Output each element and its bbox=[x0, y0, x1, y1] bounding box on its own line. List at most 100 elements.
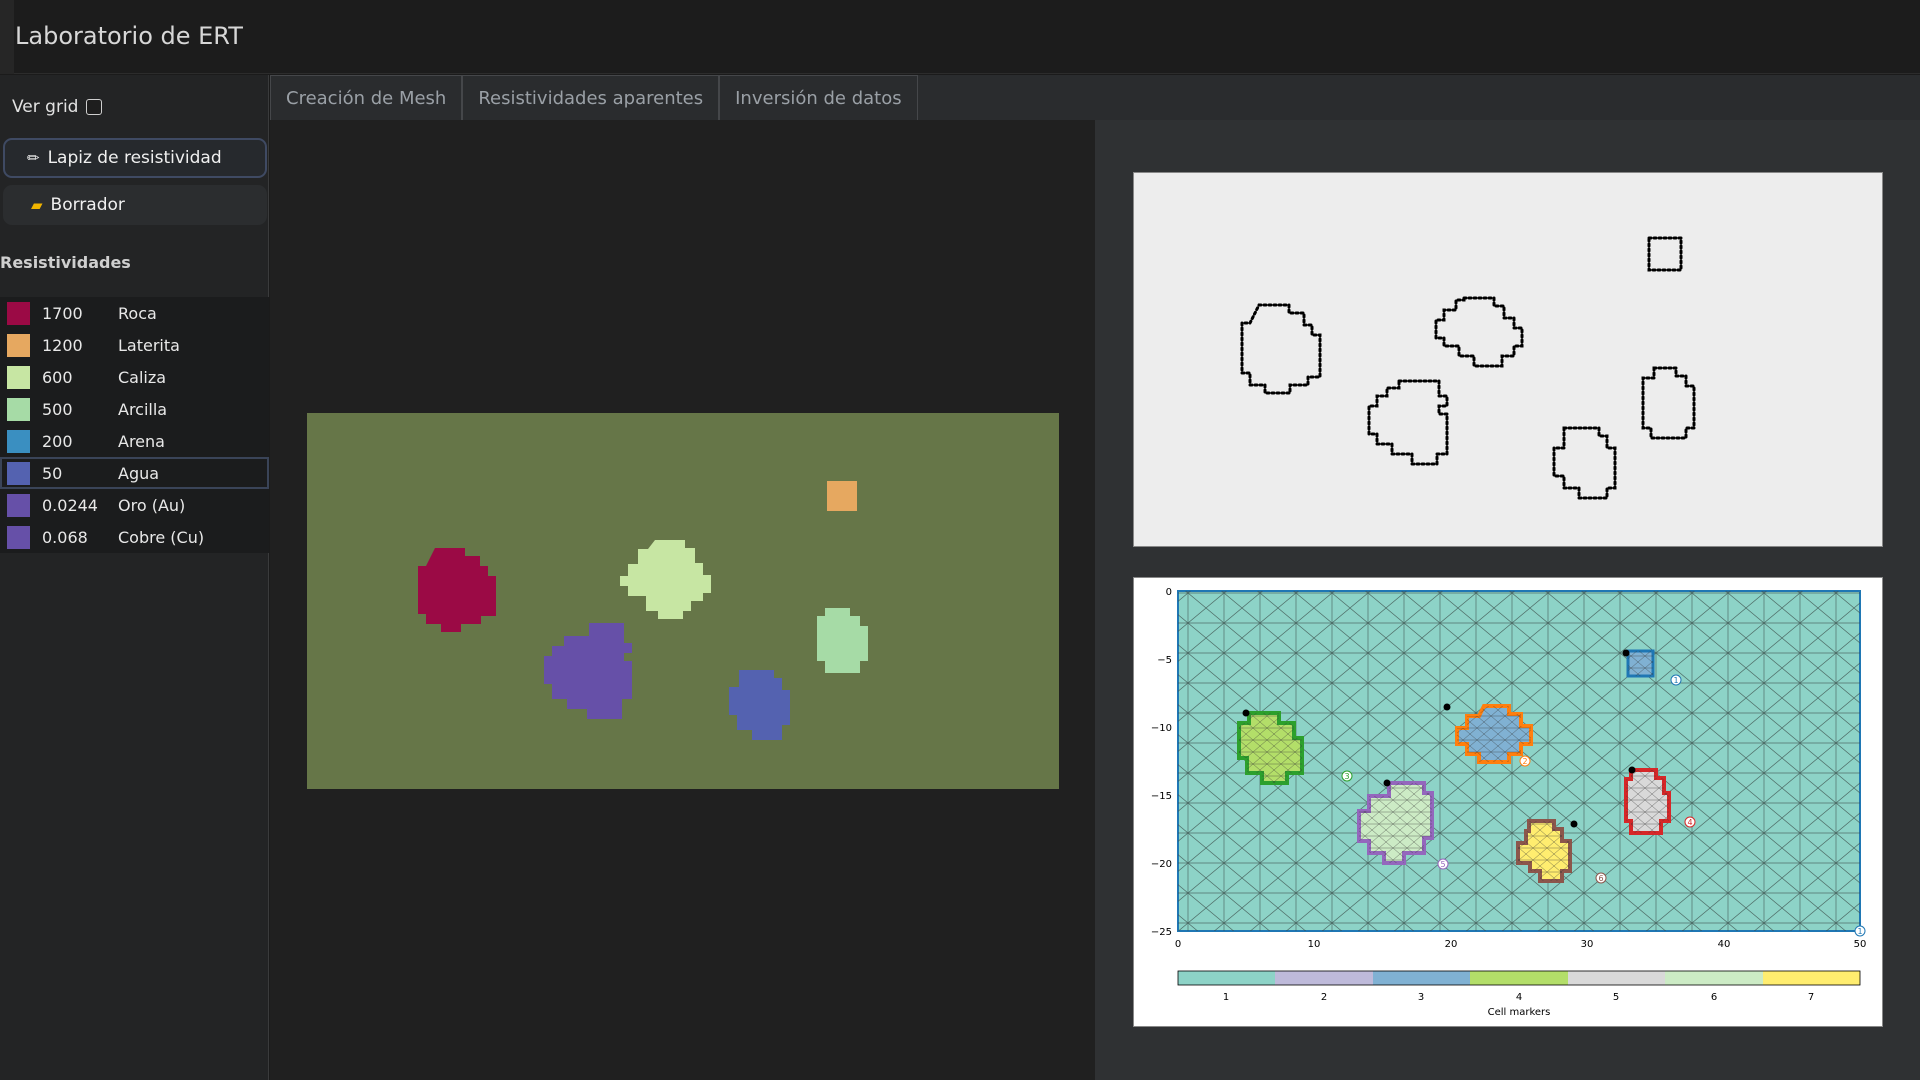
grid-toggle[interactable]: Ver grid bbox=[12, 97, 103, 117]
eraser-label: Borrador bbox=[50, 195, 125, 215]
svg-text:−25: −25 bbox=[1151, 927, 1172, 938]
resistivity-item[interactable]: 200 Arena bbox=[0, 425, 269, 457]
eraser-icon: ▰ bbox=[31, 196, 43, 214]
color-swatch bbox=[7, 333, 30, 357]
outline-shape-4 bbox=[1552, 426, 1617, 500]
y-axis: 0 −5 −10 −15 −20 −25 bbox=[1151, 587, 1172, 938]
svg-text:0: 0 bbox=[1166, 587, 1172, 598]
eraser-button[interactable]: ▰ Borrador bbox=[3, 185, 267, 225]
color-swatch bbox=[7, 493, 30, 517]
svg-text:−5: −5 bbox=[1157, 655, 1172, 666]
region-1-square-mesh bbox=[1628, 651, 1653, 676]
resistivity-value: 0.0244 bbox=[42, 495, 98, 515]
svg-text:20: 20 bbox=[1445, 939, 1458, 950]
svg-text:1: 1 bbox=[1223, 992, 1229, 1003]
svg-text:30: 30 bbox=[1581, 939, 1594, 950]
resistivity-value: 600 bbox=[42, 367, 73, 387]
resistivity-item[interactable]: 0.0244 Oro (Au) bbox=[0, 489, 269, 521]
svg-text:10: 10 bbox=[1308, 939, 1321, 950]
marker-label-7: 1 bbox=[1854, 925, 1866, 937]
title-bar-accent bbox=[0, 0, 14, 74]
tab-apparent-resistivities[interactable]: Resistividades aparentes bbox=[462, 75, 720, 120]
resistivity-pencil-button[interactable]: ✏ Lapiz de resistividad bbox=[3, 138, 267, 178]
resistivity-value: 1200 bbox=[42, 335, 83, 355]
resistivity-name: Agua bbox=[118, 463, 160, 483]
resistivity-list: 1700 Roca 1200 Laterita 600 Caliza 500 A… bbox=[0, 297, 269, 553]
resistivity-item[interactable]: 1200 Laterita bbox=[0, 329, 269, 361]
model-shapes bbox=[418, 481, 868, 740]
sidebar: Ver grid ✏ Lapiz de resistividad ▰ Borra… bbox=[0, 75, 269, 1080]
title-bar: Laboratorio de ERT bbox=[0, 0, 1920, 74]
color-swatch bbox=[7, 301, 30, 325]
x-axis: 0 10 20 30 40 50 bbox=[1175, 939, 1867, 950]
roca-body bbox=[418, 548, 496, 632]
colorbar-label: Cell markers bbox=[1488, 1007, 1551, 1018]
laterita-block bbox=[827, 481, 857, 511]
svg-text:4: 4 bbox=[1516, 992, 1522, 1003]
color-swatch bbox=[7, 429, 30, 453]
color-swatch bbox=[7, 461, 30, 485]
svg-text:0: 0 bbox=[1175, 939, 1181, 950]
outline-shape-3 bbox=[1367, 379, 1449, 466]
svg-text:−20: −20 bbox=[1151, 859, 1172, 870]
region-point bbox=[1443, 703, 1451, 711]
marker-label-5: 5 bbox=[1437, 858, 1449, 870]
svg-text:40: 40 bbox=[1718, 939, 1731, 950]
tab-data-inversion[interactable]: Inversión de datos bbox=[719, 75, 918, 120]
resistivity-value: 0.068 bbox=[42, 527, 88, 547]
color-swatch bbox=[7, 397, 30, 421]
arcilla-body bbox=[817, 608, 868, 673]
region-point bbox=[1622, 649, 1630, 657]
pencil-icon: ✏ bbox=[27, 149, 40, 167]
marker-label-6: 6 bbox=[1595, 872, 1607, 884]
region-3-mesh bbox=[1239, 713, 1302, 783]
region-point bbox=[1383, 779, 1391, 787]
svg-text:1: 1 bbox=[1673, 676, 1678, 685]
resistivity-model-canvas[interactable] bbox=[307, 413, 1059, 789]
mesh-plot: 1 2 3 4 5 6 1 0 10 20 30 40 50 0 −5 −10 … bbox=[1133, 577, 1883, 1027]
color-swatch bbox=[7, 365, 30, 389]
resistivity-name: Arena bbox=[118, 431, 165, 451]
grid-toggle-label: Ver grid bbox=[12, 97, 79, 117]
resistivity-item[interactable]: 500 Arcilla bbox=[0, 393, 269, 425]
svg-text:3: 3 bbox=[1344, 772, 1349, 781]
resistivity-item[interactable]: 1700 Roca bbox=[0, 297, 269, 329]
svg-text:−10: −10 bbox=[1151, 723, 1172, 734]
region-point bbox=[1242, 709, 1250, 717]
resistivities-title: Resistividades bbox=[0, 253, 131, 272]
color-swatch bbox=[7, 525, 30, 549]
app-title: Laboratorio de ERT bbox=[15, 22, 243, 50]
outline-plot bbox=[1133, 172, 1883, 547]
resistivity-value: 50 bbox=[42, 463, 63, 483]
marker-label-4: 4 bbox=[1684, 816, 1696, 828]
grid-checkbox[interactable] bbox=[86, 99, 103, 115]
oro-body bbox=[544, 623, 632, 719]
svg-text:50: 50 bbox=[1854, 939, 1867, 950]
resistivity-item[interactable]: 600 Caliza bbox=[0, 361, 269, 393]
tabs: Creación de Mesh Resistividades aparente… bbox=[270, 75, 918, 120]
resistivity-name: Arcilla bbox=[118, 399, 168, 419]
resistivity-pencil-label: Lapiz de resistividad bbox=[47, 148, 222, 168]
resistivity-name: Caliza bbox=[118, 367, 167, 387]
marker-label-2: 2 bbox=[1519, 755, 1531, 767]
resistivity-name: Cobre (Cu) bbox=[118, 527, 205, 547]
svg-text:5: 5 bbox=[1440, 860, 1445, 869]
colorbar bbox=[1177, 970, 1861, 986]
svg-text:3: 3 bbox=[1418, 992, 1424, 1003]
outline-shape-5 bbox=[1641, 366, 1696, 440]
svg-text:6: 6 bbox=[1711, 992, 1717, 1003]
svg-text:6: 6 bbox=[1598, 874, 1603, 883]
svg-text:2: 2 bbox=[1522, 757, 1527, 766]
region-point bbox=[1570, 820, 1578, 828]
outline-svg bbox=[1240, 236, 1696, 500]
marker-label-3: 3 bbox=[1341, 770, 1353, 782]
resistivity-name: Oro (Au) bbox=[118, 495, 186, 515]
svg-text:5: 5 bbox=[1613, 992, 1619, 1003]
mesh-svg: 1 2 3 4 5 6 1 0 10 20 30 40 50 0 −5 −10 … bbox=[1151, 587, 1867, 1018]
colorbar-ticks: 1 2 3 4 5 6 7 Cell markers bbox=[1223, 992, 1814, 1018]
resistivity-item-selected[interactable]: 50 Agua bbox=[0, 457, 269, 489]
resistivity-item[interactable]: 0.068 Cobre (Cu) bbox=[0, 521, 269, 553]
outline-square bbox=[1647, 236, 1683, 272]
tab-mesh-creation[interactable]: Creación de Mesh bbox=[270, 75, 463, 120]
marker-label-1: 1 bbox=[1670, 674, 1682, 686]
